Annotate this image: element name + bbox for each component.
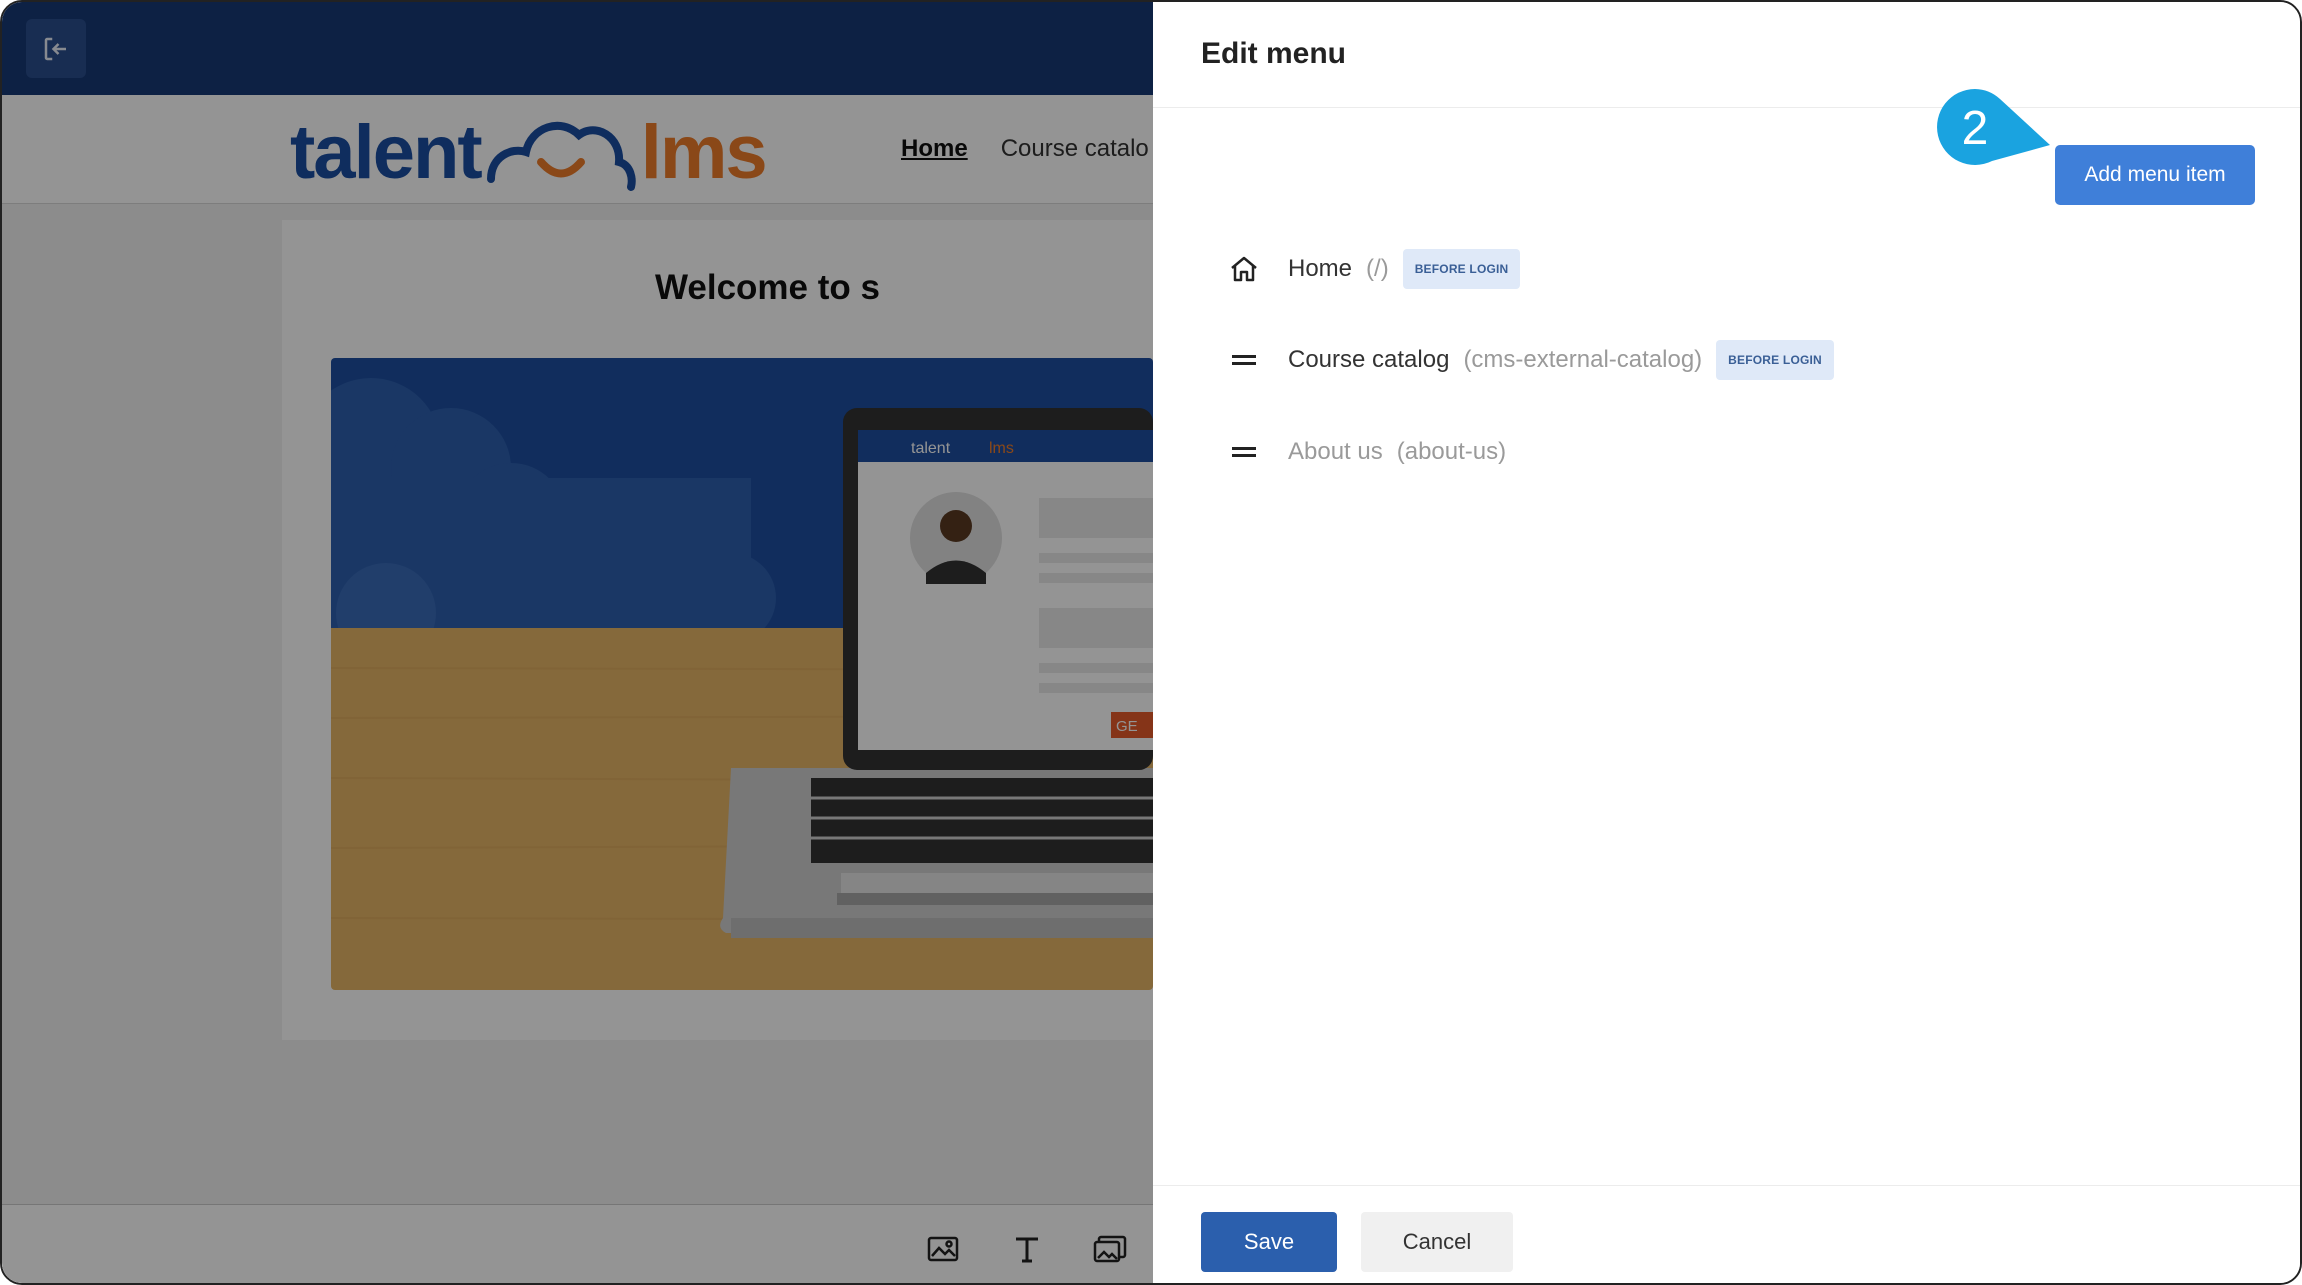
menu-item-course-catalog[interactable]: Course catalog (cms-external-catalog) BE… xyxy=(1224,337,1834,383)
menu-item-label: Home xyxy=(1288,255,1353,282)
home-icon xyxy=(1224,249,1264,289)
edit-menu-panel: Edit menu Add menu item Save Cancel xyxy=(1153,2,2300,1283)
menu-item-slug: (about-us) xyxy=(1396,438,1507,465)
panel-footer: Save Cancel xyxy=(1153,1185,2300,1283)
app-window: talent lms Home Course catalo Welcome to… xyxy=(0,0,2302,1285)
menu-item-label: About us xyxy=(1288,438,1383,465)
save-button[interactable]: Save xyxy=(1201,1212,1337,1272)
drag-handle-icon[interactable] xyxy=(1224,340,1264,380)
menu-item-home[interactable]: Home (/) BEFORE LOGIN xyxy=(1224,246,1521,292)
panel-header: Edit menu xyxy=(1153,2,2300,108)
menu-item-about-us[interactable]: About us (about-us) xyxy=(1224,429,1506,475)
step-callout-number: 2 xyxy=(1961,101,1989,155)
before-login-badge: BEFORE LOGIN xyxy=(1716,340,1834,380)
panel-title: Edit menu xyxy=(1201,37,1347,70)
add-menu-item-button[interactable]: Add menu item xyxy=(2055,145,2255,205)
before-login-badge: BEFORE LOGIN xyxy=(1402,249,1521,289)
menu-item-label: Course catalog xyxy=(1288,346,1450,373)
cancel-button[interactable]: Cancel xyxy=(1361,1212,1513,1272)
page-editor: talent lms Home Course catalo Welcome to… xyxy=(2,2,1153,1283)
modal-overlay[interactable] xyxy=(2,2,1153,1283)
menu-item-slug: (/) xyxy=(1366,255,1389,282)
menu-item-slug: (cms-external-catalog) xyxy=(1463,346,1703,373)
drag-handle-icon[interactable] xyxy=(1224,432,1264,472)
